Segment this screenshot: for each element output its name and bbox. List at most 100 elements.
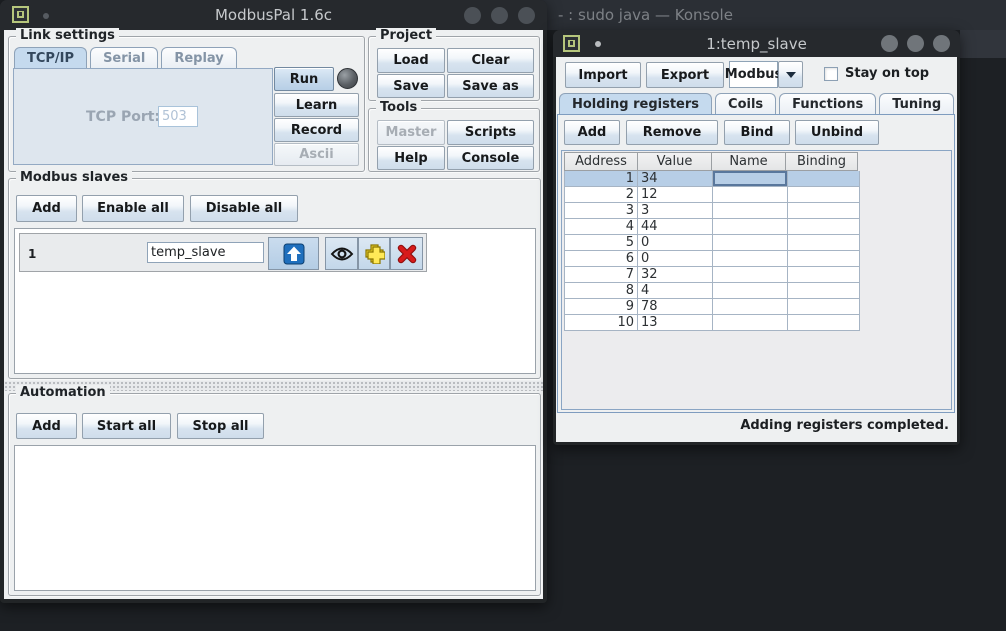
table-cell[interactable]: 7 (564, 267, 638, 283)
add-slave-button[interactable]: Add (16, 195, 77, 222)
record-button[interactable]: Record (274, 118, 359, 142)
tab-coils[interactable]: Coils (715, 93, 776, 115)
slave-row[interactable]: 1 (19, 233, 427, 272)
register-scrollpane[interactable]: Address Value Name Binding 1342123344450… (561, 150, 952, 410)
protocol-combo-arrow-button[interactable] (778, 61, 803, 88)
table-cell[interactable]: 44 (638, 219, 713, 235)
table-cell[interactable]: 4 (638, 283, 713, 299)
maximize-button[interactable] (907, 35, 924, 52)
table-row[interactable]: 50 (564, 235, 951, 251)
table-cell[interactable] (788, 315, 860, 331)
enable-all-button[interactable]: Enable all (82, 195, 184, 222)
table-cell[interactable]: 78 (638, 299, 713, 315)
table-cell[interactable] (713, 299, 788, 315)
slave-name-input[interactable] (147, 242, 264, 263)
tab-tcpip[interactable]: TCP/IP (14, 47, 87, 69)
load-button[interactable]: Load (377, 48, 445, 73)
console-button[interactable]: Console (447, 146, 534, 170)
run-button[interactable]: Run (274, 67, 334, 91)
table-cell[interactable] (788, 299, 860, 315)
show-slave-button[interactable] (325, 237, 358, 270)
table-cell[interactable] (788, 283, 860, 299)
import-button[interactable]: Import (565, 62, 641, 88)
add-automation-button[interactable]: Add (16, 413, 77, 439)
table-row[interactable]: 212 (564, 187, 951, 203)
table-row[interactable]: 978 (564, 299, 951, 315)
add-register-button[interactable]: Add (564, 120, 620, 145)
column-header-address[interactable]: Address (564, 152, 638, 171)
table-cell[interactable]: 13 (638, 315, 713, 331)
column-header-name[interactable]: Name (711, 152, 786, 171)
modbuspal-titlebar[interactable]: ModbusPal 1.6c (0, 0, 547, 30)
bind-button[interactable]: Bind (724, 120, 790, 145)
delete-slave-button[interactable] (390, 237, 423, 270)
clear-button[interactable]: Clear (447, 48, 534, 73)
table-cell[interactable]: 4 (564, 219, 638, 235)
column-header-binding[interactable]: Binding (785, 152, 858, 171)
save-as-button[interactable]: Save as (447, 74, 534, 98)
table-cell[interactable] (788, 187, 860, 203)
table-row[interactable]: 84 (564, 283, 951, 299)
close-button[interactable] (933, 35, 950, 52)
table-cell[interactable]: 6 (564, 251, 638, 267)
table-cell[interactable]: 3 (564, 203, 638, 219)
table-cell[interactable] (713, 203, 788, 219)
table-cell[interactable]: 8 (564, 283, 638, 299)
help-button[interactable]: Help (377, 146, 445, 170)
enable-slave-toggle[interactable] (268, 237, 319, 270)
minimize-button[interactable] (464, 7, 481, 24)
tab-serial[interactable]: Serial (90, 47, 158, 69)
table-row[interactable]: 60 (564, 251, 951, 267)
table-cell[interactable] (713, 171, 788, 187)
table-cell[interactable] (713, 315, 788, 331)
stop-all-button[interactable]: Stop all (177, 413, 264, 439)
table-cell[interactable]: 2 (564, 187, 638, 203)
table-cell[interactable] (713, 219, 788, 235)
disable-all-button[interactable]: Disable all (190, 195, 298, 222)
tab-holding-registers[interactable]: Holding registers (559, 93, 712, 115)
table-cell[interactable]: 12 (638, 187, 713, 203)
stay-on-top-checkbox[interactable] (824, 67, 838, 81)
table-cell[interactable] (788, 219, 860, 235)
table-row[interactable]: 444 (564, 219, 951, 235)
table-cell[interactable] (713, 235, 788, 251)
table-cell[interactable]: 34 (638, 171, 713, 187)
table-cell[interactable] (788, 267, 860, 283)
table-cell[interactable] (788, 235, 860, 251)
close-button[interactable] (518, 7, 535, 24)
table-cell[interactable]: 3 (638, 203, 713, 219)
scripts-button[interactable]: Scripts (447, 120, 534, 145)
tab-tuning[interactable]: Tuning (879, 93, 954, 115)
table-cell[interactable] (713, 251, 788, 267)
unbind-button[interactable]: Unbind (795, 120, 879, 145)
table-cell[interactable] (788, 251, 860, 267)
tab-replay[interactable]: Replay (161, 47, 236, 69)
duplicate-slave-button[interactable] (358, 237, 390, 270)
table-row[interactable]: 134 (564, 171, 951, 187)
start-all-button[interactable]: Start all (82, 413, 171, 439)
tab-functions[interactable]: Functions (779, 93, 876, 115)
table-cell[interactable] (713, 283, 788, 299)
table-row[interactable]: 1013 (564, 315, 951, 331)
column-header-value[interactable]: Value (637, 152, 712, 171)
table-cell[interactable]: 32 (638, 267, 713, 283)
remove-register-button[interactable]: Remove (626, 120, 718, 145)
table-cell[interactable]: 9 (564, 299, 638, 315)
table-cell[interactable]: 10 (564, 315, 638, 331)
learn-button[interactable]: Learn (274, 93, 359, 117)
maximize-button[interactable] (491, 7, 508, 24)
protocol-combo-value[interactable]: Modbus (729, 61, 778, 88)
slave-titlebar[interactable]: 1:temp_slave (553, 30, 960, 57)
table-cell[interactable]: 0 (638, 235, 713, 251)
table-cell[interactable] (788, 203, 860, 219)
table-row[interactable]: 732 (564, 267, 951, 283)
export-button[interactable]: Export (646, 62, 724, 88)
table-cell[interactable]: 5 (564, 235, 638, 251)
konsole-titlebar[interactable]: - : sudo java — Konsole (540, 0, 1006, 30)
tcp-port-input[interactable] (158, 106, 198, 127)
save-button[interactable]: Save (377, 74, 445, 98)
table-cell[interactable]: 1 (564, 171, 638, 187)
table-cell[interactable]: 0 (638, 251, 713, 267)
table-row[interactable]: 33 (564, 203, 951, 219)
minimize-button[interactable] (881, 35, 898, 52)
